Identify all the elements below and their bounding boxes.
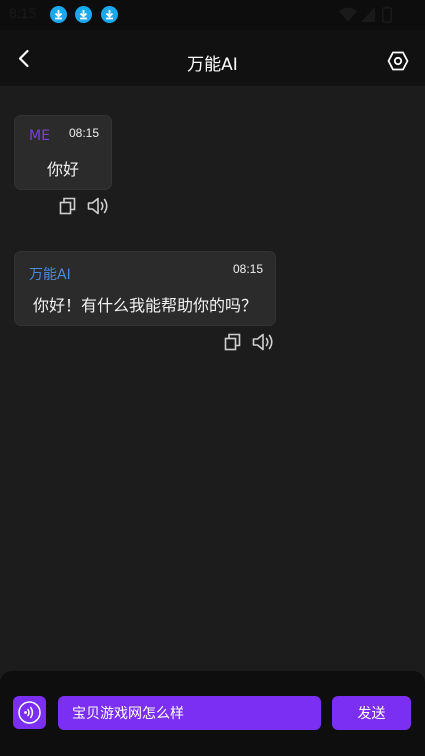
- send-button[interactable]: 发送: [332, 696, 411, 730]
- message-actions: [56, 194, 116, 218]
- voice-input-button[interactable]: [13, 696, 46, 729]
- copy-icon[interactable]: [56, 194, 80, 218]
- composer-panel: 发送: [0, 671, 425, 756]
- status-bar: 8:15: [0, 0, 425, 30]
- message-bubble-ai: 万能AI 08:15 你好！有什么我能帮助你的吗？: [14, 251, 276, 326]
- signal-icon: [361, 7, 375, 22]
- battery-icon: [382, 6, 392, 23]
- message-text: 你好: [46, 160, 79, 179]
- speaker-icon[interactable]: [251, 330, 275, 354]
- wifi-icon: [339, 7, 357, 22]
- settings-button[interactable]: [387, 50, 409, 72]
- page-title: 万能AI: [187, 55, 238, 75]
- speaker-icon[interactable]: [86, 194, 110, 218]
- message-time: 08:15: [232, 262, 263, 276]
- hexagon-settings-icon: [387, 51, 409, 71]
- download-icon: [50, 6, 67, 23]
- sender-name: 万能AI: [29, 267, 71, 283]
- message-input[interactable]: [58, 696, 321, 730]
- sender-name: ME: [29, 128, 50, 144]
- copy-icon[interactable]: [221, 330, 245, 354]
- status-time: 8:15: [9, 5, 37, 21]
- voice-wave-icon: [18, 701, 41, 724]
- message-bubble-me: ME 08:15 你好: [14, 115, 112, 190]
- message-actions: [221, 330, 281, 354]
- message-text: 你好！有什么我能帮助你的吗？: [32, 296, 257, 315]
- message-time: 08:15: [68, 126, 99, 140]
- app-header: 万能AI: [0, 30, 425, 86]
- download-icon: [75, 6, 92, 23]
- download-icon: [101, 6, 118, 23]
